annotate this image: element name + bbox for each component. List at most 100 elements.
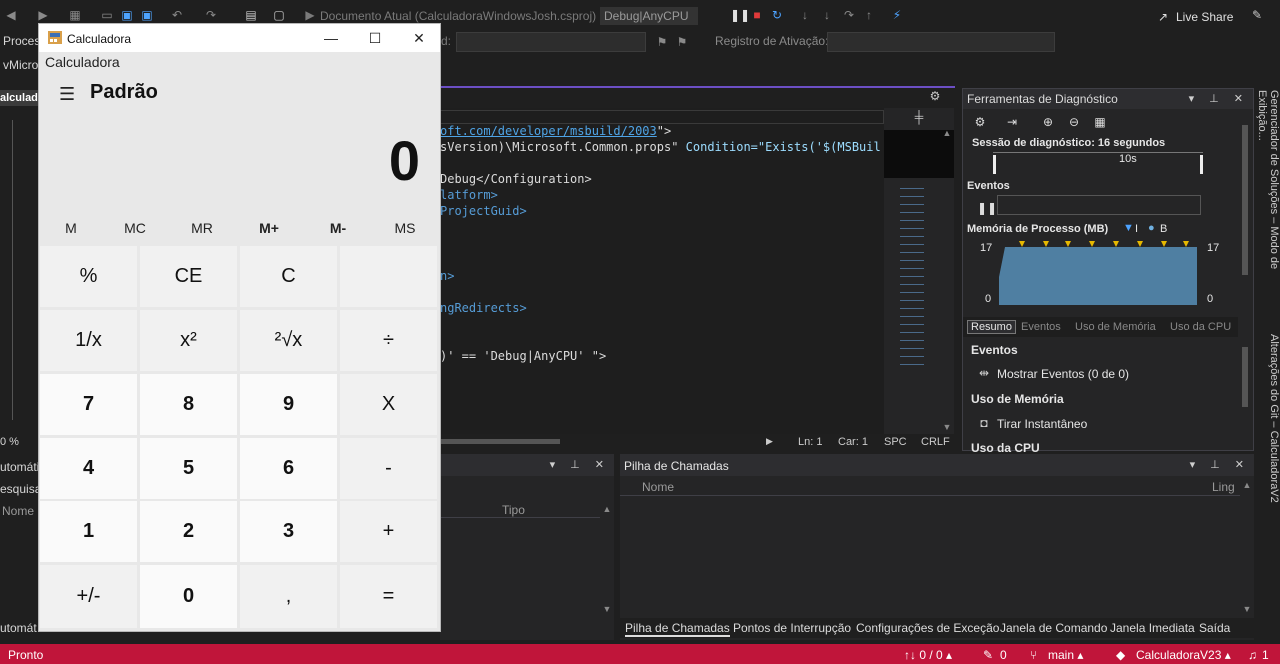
tab-resumo[interactable]: Resumo [967,320,1016,334]
scroll-down-icon[interactable]: ▼ [940,420,954,434]
open-icon[interactable]: ▭ [100,8,114,22]
autos-panel-controls[interactable]: ▾ ⊥ ✕ [550,458,610,471]
step-out-icon[interactable]: ↑ [862,8,876,22]
digit-7-button[interactable]: 7 [40,374,137,435]
digit-6-button[interactable]: 6 [240,438,337,499]
memory-m-button[interactable]: M [39,220,103,236]
feedback-icon[interactable]: ✎ [1250,8,1264,22]
tab-exception-settings[interactable]: Configurações de Exceção [856,621,999,635]
tab-uso-memoria[interactable]: Uso de Memória [1075,321,1156,333]
status-changes[interactable]: ↑↓ 0 / 0 ▴ [904,648,952,662]
horizontal-scrollbar[interactable] [440,439,560,444]
git-changes-tab[interactable]: Alterações do Git – CalculadoraV2 [1254,334,1280,514]
timeline-handle-left[interactable] [993,155,996,174]
zoom-level[interactable]: 0 % [0,436,19,448]
clear-entry-button[interactable]: CE [140,246,237,307]
divide-button[interactable]: ÷ [340,310,437,371]
diag-scrollbar-bottom[interactable] [1239,339,1251,449]
step-over-icon[interactable]: ↓ [820,8,834,22]
hamburger-menu-icon[interactable]: ☰ [59,84,75,105]
pause-icon[interactable]: ❚❚ [730,8,750,22]
reciprocal-button[interactable]: 1/x [40,310,137,371]
spaces-indicator[interactable]: SPC [884,436,907,448]
memory-add-button[interactable]: M+ [237,220,301,236]
percent-button[interactable]: % [40,246,137,307]
memory-store-button[interactable]: MS [373,220,437,236]
save-all-icon[interactable]: ▣ [140,8,154,22]
multiply-button[interactable]: X [340,374,437,435]
filter-icon[interactable]: ⚑ [675,35,689,49]
timeline-ruler[interactable]: 10s [993,152,1203,174]
autos-tab[interactable]: utomát [0,621,37,635]
flag-icon[interactable]: ⚑ [655,35,669,49]
digit-8-button[interactable]: 8 [140,374,237,435]
memory-header[interactable]: Memória de Processo (MB) [967,223,1108,235]
play-icon[interactable]: ▶ [303,8,317,22]
status-repo[interactable]: CalculadoraV23 ▴ [1136,648,1231,662]
code-editor[interactable]: oft.com/developer/msbuild/2003"> sVersio… [440,108,884,434]
diag-scrollbar-top[interactable] [1239,113,1251,309]
equals-button[interactable]: = [340,565,437,628]
clear-button[interactable]: C [240,246,337,307]
gear-icon[interactable]: ⚙ [928,89,942,103]
settings-icon[interactable]: ⚙ [973,115,987,129]
pencil-icon[interactable]: ✎ [983,648,993,662]
digit-2-button[interactable]: 2 [140,501,237,562]
callstack-scrollbar[interactable]: ▲ ▼ [1240,478,1252,618]
digit-5-button[interactable]: 5 [140,438,237,499]
minimize-icon[interactable]: — [309,27,353,49]
split-icon[interactable]: ╪ [912,110,926,124]
line-ending-indicator[interactable]: CRLF [921,436,950,448]
run-target-label[interactable]: Documento Atual (CalculadoraWindowsJosh.… [320,9,596,23]
redo-icon[interactable]: ↷ [204,8,218,22]
digit-3-button[interactable]: 3 [240,501,337,562]
digit-1-button[interactable]: 1 [40,501,137,562]
tab-output[interactable]: Saída [1199,621,1230,635]
undo-icon[interactable]: ↶ [170,8,184,22]
window-icon[interactable]: ▢ [272,8,286,22]
memory-recall-button[interactable]: MR [170,220,234,236]
digit-9-button[interactable]: 9 [240,374,337,435]
hot-reload-icon[interactable]: ⚡ [890,8,904,22]
close-icon[interactable]: ✕ [397,27,441,49]
digit-4-button[interactable]: 4 [40,438,137,499]
autos-scrollbar[interactable]: ▲ ▼ [600,502,612,618]
live-share-button[interactable]: Live Share [1176,10,1233,24]
square-button[interactable]: x² [140,310,237,371]
restart-icon[interactable]: ↻ [770,8,784,22]
backspace-button[interactable] [340,246,437,307]
save-icon[interactable]: ▣ [120,8,134,22]
events-header[interactable]: Eventos [967,180,1010,192]
calculator-titlebar[interactable]: Calculadora — ☐ ✕ [39,24,440,52]
zoom-out-icon[interactable]: ⊖ [1067,115,1081,129]
status-branch[interactable]: main ▴ [1048,648,1083,662]
tab-eventos[interactable]: Eventos [1021,321,1061,333]
status-notifications[interactable]: 1 [1262,648,1269,662]
reset-view-icon[interactable]: ▦ [1093,115,1107,129]
step-back-icon[interactable]: ↷ [842,8,856,22]
bell-icon[interactable]: ♫ [1248,648,1257,662]
tab-command-window[interactable]: Janela de Comando [1000,621,1107,635]
tab-immediate-window[interactable]: Janela Imediata [1110,621,1195,635]
forward-icon[interactable]: ▶ [36,8,50,22]
tab-uso-cpu[interactable]: Uso da CPU [1170,321,1231,333]
timeline-handle-right[interactable] [1200,155,1203,174]
tab-breakpoints[interactable]: Pontos de Interrupção [733,621,851,635]
decimal-button[interactable]: , [240,565,337,628]
left-tab[interactable]: alculado [0,90,45,106]
thread-dropdown[interactable] [456,32,646,52]
callstack-col-lang[interactable]: Ling [1212,480,1235,494]
char-indicator[interactable]: Car: 1 [838,436,868,448]
scroll-right-icon[interactable]: ▶ [766,436,773,447]
solution-explorer-tab[interactable]: Gerenciador de Soluções – Modo de Exibiç… [1254,90,1280,320]
editor-minimap[interactable]: ╪ ▲ ▼ [884,108,954,434]
memory-subtract-button[interactable]: M- [306,220,370,236]
pause-events-icon[interactable]: ❚❚ [977,201,997,215]
zoom-in-icon[interactable]: ⊕ [1041,115,1055,129]
take-snapshot-link[interactable]: Tirar Instantâneo [997,417,1087,431]
back-icon[interactable]: ◀ [4,8,18,22]
subtract-button[interactable]: - [340,438,437,499]
line-indicator[interactable]: Ln: 1 [798,436,822,448]
stop-icon[interactable]: ■ [750,8,764,22]
scroll-up-icon[interactable]: ▲ [940,126,954,140]
